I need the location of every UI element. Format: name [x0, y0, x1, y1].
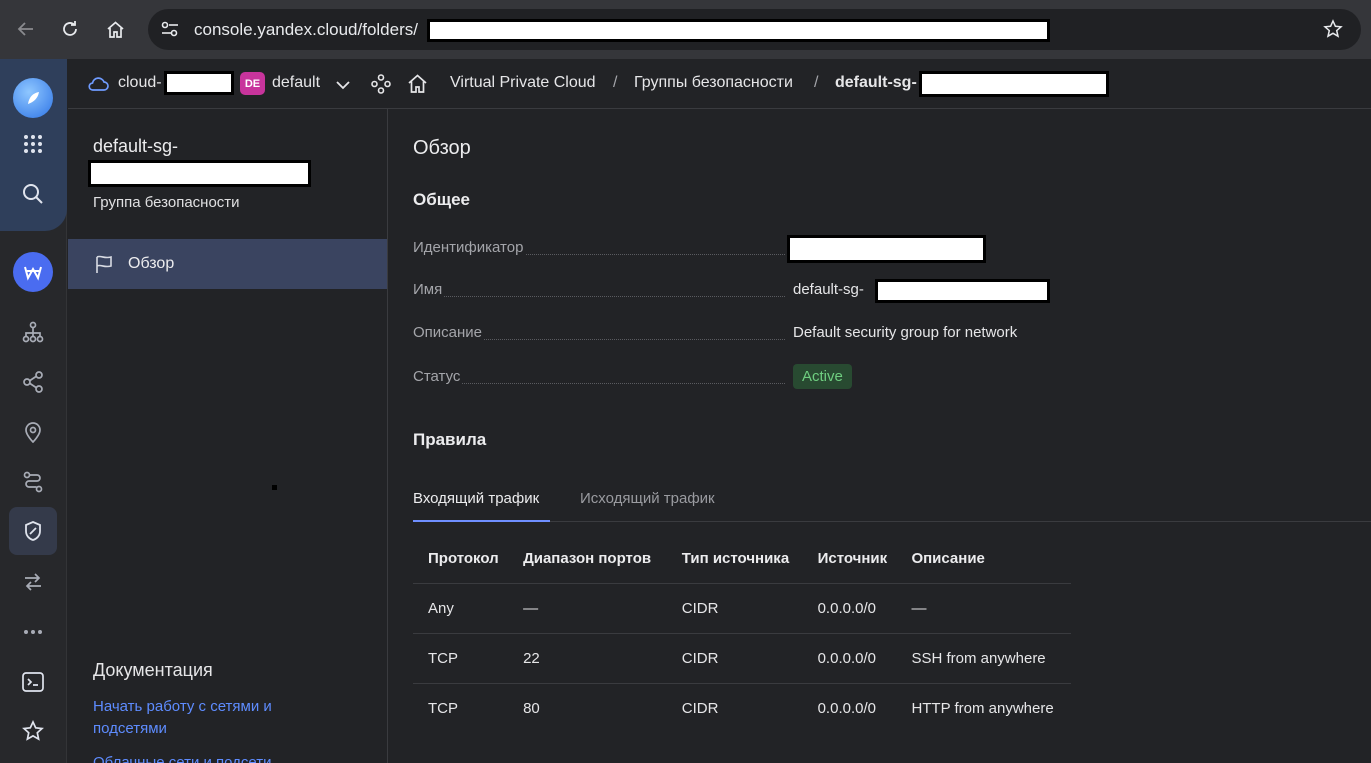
docs-link-networks[interactable]: Облачные сети и подсети — [93, 752, 323, 763]
resource-sidebar: default-sg- Группа безопасности Обзор До… — [68, 109, 388, 763]
property-label: Описание — [413, 324, 485, 341]
services-rail — [0, 59, 67, 763]
routes-icon[interactable] — [17, 466, 49, 498]
yandex-cloud-logo-icon[interactable] — [13, 78, 53, 118]
security-groups-shield-icon[interactable] — [9, 507, 57, 555]
transfer-arrows-icon[interactable] — [17, 566, 49, 598]
table-cell: 0.0.0.0/0 — [817, 699, 876, 717]
docs-title: Документация — [93, 660, 213, 680]
terminal-icon[interactable] — [17, 666, 49, 698]
console-header: cloud- DE default Virtual Private Cloud … — [68, 59, 1371, 109]
rules-table: Протокол Диапазон портов Тип источника И… — [413, 534, 1071, 733]
cloud-icon — [87, 75, 109, 96]
table-cell: CIDR — [666, 583, 803, 634]
table-cell: — — [508, 583, 667, 634]
status-badge: Active — [793, 364, 852, 389]
resource-type: Группа безопасности — [93, 194, 240, 211]
property-row-name: Имя default-sg- — [413, 279, 1113, 303]
leader-dots — [413, 383, 785, 384]
sidebar-item-overview[interactable]: Обзор — [68, 239, 387, 289]
table-row[interactable]: TCP 22 CIDR 0.0.0.0/0 SSH from anywhere — [413, 633, 1071, 684]
table-cell: TCP — [413, 633, 509, 684]
breadcrumb-section[interactable]: Группы безопасности — [634, 74, 793, 92]
cloud-selector[interactable]: cloud- — [118, 74, 162, 92]
redaction-box — [164, 71, 234, 95]
table-cell: TCP — [428, 699, 458, 717]
folder-badge: DE — [240, 72, 265, 95]
property-value: Default security group for network — [793, 324, 1018, 341]
property-row-id: Идентификатор — [413, 235, 1113, 263]
breadcrumb-separator: / — [613, 74, 618, 91]
redaction-box — [427, 19, 1050, 42]
table-cell: Any — [413, 583, 509, 634]
table-cell: CIDR — [681, 699, 719, 717]
property-row-status: Статус Active — [413, 364, 1113, 390]
all-services-grid-icon[interactable] — [17, 128, 49, 160]
rules-section-title: Правила — [413, 430, 487, 449]
artifact-dot — [272, 485, 277, 490]
column-header: Диапазон портов — [508, 534, 667, 584]
table-cell: HTTP from anywhere — [911, 699, 1054, 717]
bookmark-star-icon[interactable] — [1323, 19, 1343, 44]
docs-link-getting-started[interactable]: Начать работу с сетями и подсетями — [93, 696, 323, 740]
redaction-box — [919, 71, 1109, 97]
breadcrumb-current: default-sg- — [835, 74, 917, 91]
location-pin-icon[interactable] — [17, 416, 49, 448]
column-header: Описание — [896, 534, 1071, 584]
property-row-description: Описание Default security group for netw… — [413, 324, 1113, 346]
table-cell: SSH from anywhere — [896, 633, 1071, 684]
table-header-row: Протокол Диапазон портов Тип источника И… — [413, 534, 1071, 584]
url-text: console.yandex.cloud/folders/ — [194, 20, 418, 39]
reload-icon[interactable] — [55, 14, 85, 44]
column-header: Тип источника — [666, 534, 803, 584]
table-cell: — — [896, 583, 1071, 634]
redaction-box — [787, 235, 986, 263]
table-cell: 0.0.0.0/0 — [802, 633, 897, 684]
column-header: Источник — [802, 534, 897, 584]
property-value: default-sg- — [793, 281, 864, 298]
table-cell: CIDR — [666, 633, 803, 684]
redaction-box — [88, 160, 311, 187]
folder-selector[interactable]: default — [272, 74, 320, 92]
chevron-down-icon[interactable] — [336, 77, 350, 95]
breadcrumb-separator: / — [814, 74, 819, 91]
leader-dots — [413, 296, 785, 297]
table-cell: 22 — [508, 633, 667, 684]
vpc-service-icon[interactable] — [13, 252, 53, 292]
page-title: Обзор — [413, 137, 471, 159]
breadcrumb-service[interactable]: Virtual Private Cloud — [450, 74, 596, 92]
sidebar-item-label: Обзор — [128, 255, 175, 272]
services-hub-icon[interactable] — [371, 74, 391, 99]
home-icon[interactable] — [407, 73, 428, 99]
table-row[interactable]: TCP 80 CIDR 0.0.0.0/0 HTTP from anywhere — [413, 683, 1071, 733]
flag-icon — [94, 254, 114, 279]
networks-icon[interactable] — [17, 316, 49, 348]
redaction-box — [875, 279, 1050, 303]
main-content: Обзор Общее Идентификатор Имя default-sg… — [388, 109, 1371, 763]
table-cell: 0.0.0.0/0 — [802, 583, 897, 634]
column-header: Протокол — [413, 534, 509, 584]
back-icon[interactable] — [11, 14, 41, 44]
general-section-title: Общее — [413, 190, 470, 209]
share-icon[interactable] — [17, 366, 49, 398]
search-icon[interactable] — [17, 178, 49, 210]
favorites-star-icon[interactable] — [17, 715, 49, 747]
address-bar[interactable]: console.yandex.cloud/folders/ — [148, 9, 1361, 50]
tab-ingress[interactable]: Входящий трафик — [413, 490, 550, 522]
home-icon[interactable] — [100, 14, 130, 44]
tab-egress[interactable]: Исходящий трафик — [580, 490, 715, 522]
property-label: Статус — [413, 368, 463, 385]
resource-title: default-sg- — [93, 136, 179, 156]
property-label: Имя — [413, 281, 445, 298]
site-settings-icon[interactable] — [160, 20, 180, 43]
more-services-icon[interactable] — [17, 616, 49, 648]
table-cell: 80 — [523, 699, 540, 717]
browser-toolbar: console.yandex.cloud/folders/ — [0, 0, 1371, 59]
traffic-tabs: Входящий трафик Исходящий трафик — [413, 485, 1371, 522]
property-label: Идентификатор — [413, 239, 526, 256]
table-row[interactable]: Any — CIDR 0.0.0.0/0 — — [413, 583, 1071, 634]
